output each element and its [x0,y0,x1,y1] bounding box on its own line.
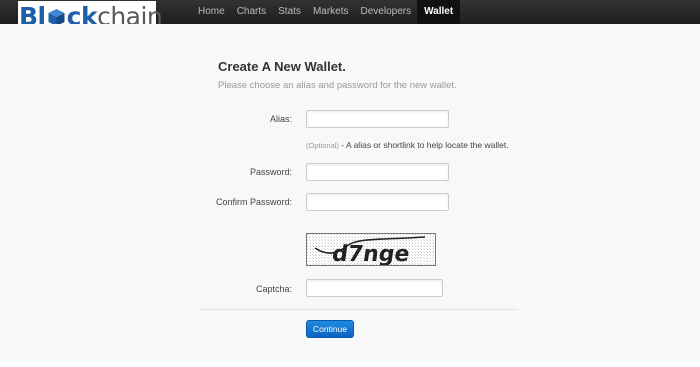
alias-hint: (Optional) - A alias or shortlink to hel… [306,140,509,150]
alias-label: Alias: [269,114,292,124]
nav-wallet[interactable]: Wallet [417,0,461,24]
captcha-input[interactable] [306,279,443,297]
nav-markets[interactable]: Markets [307,0,355,24]
nav-developers[interactable]: Developers [355,0,418,24]
top-navbar: Bl ckchain Home Charts Stats Markets Dev… [0,0,700,35]
main-nav: Home Charts Stats Markets Developers Wal… [192,0,461,24]
footer-strip [0,362,700,367]
captcha-image: d7nge [306,233,436,266]
continue-button[interactable]: Continue [306,320,354,338]
nav-stats[interactable]: Stats [272,0,307,24]
confirm-password-label: Confirm Password: [215,197,292,207]
page-title: Create A New Wallet. [218,59,346,74]
alias-input[interactable] [306,110,449,128]
password-label: Password: [249,167,292,177]
form-divider [200,309,518,310]
captcha-label: Captcha: [255,284,292,294]
cube-icon [47,4,66,26]
confirm-password-input[interactable] [306,193,449,211]
password-input[interactable] [306,163,449,181]
alias-hint-optional: (Optional) [306,141,339,150]
nav-home[interactable]: Home [192,0,231,24]
page-subtitle: Please choose an alias and password for … [218,80,457,91]
captcha-text: d7nge [330,241,411,265]
nav-charts[interactable]: Charts [231,0,272,24]
alias-hint-text: - A alias or shortlink to help locate th… [338,140,509,150]
